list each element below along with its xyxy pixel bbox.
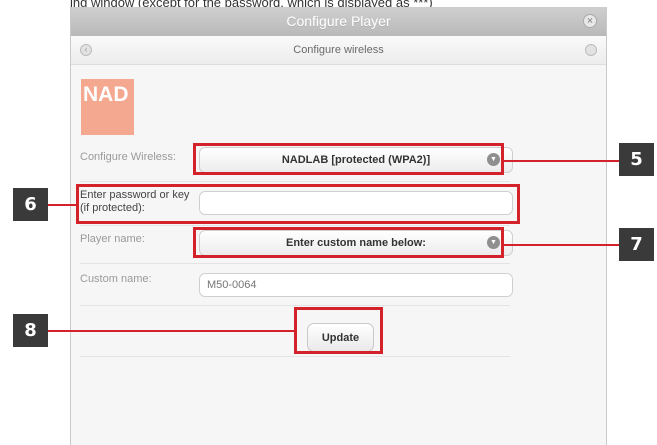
window-title: Configure Player [286, 13, 391, 29]
close-circle-icon[interactable]: × [583, 14, 597, 28]
callout-badge-5: 5 [619, 143, 654, 176]
row-divider [80, 225, 510, 226]
player-name-label: Player name: [80, 233, 145, 245]
callout-line-8 [48, 330, 294, 332]
sub-header: ‹ Configure wireless [71, 36, 606, 65]
callout-box-6 [76, 184, 520, 224]
row-divider [80, 181, 510, 182]
callout-box-8 [294, 307, 383, 354]
custom-name-label: Custom name: [80, 273, 152, 285]
callout-badge-6: 6 [13, 188, 48, 221]
wireless-label: Configure Wireless: [80, 151, 176, 163]
circle-icon[interactable] [585, 44, 597, 56]
sub-header-title: Configure wireless [293, 44, 384, 56]
configure-player-window: Configure Player × ‹ Configure wireless … [70, 7, 607, 445]
window-titlebar: Configure Player × [71, 7, 606, 36]
callout-box-7 [193, 227, 504, 258]
callout-line-6 [48, 204, 78, 206]
circle-icon[interactable]: ‹ [80, 44, 92, 56]
callout-line-5 [504, 160, 619, 162]
callout-badge-8: 8 [13, 314, 48, 347]
row-divider [80, 356, 510, 357]
callout-box-5 [193, 143, 504, 175]
nad-logo: NAD [81, 79, 134, 135]
row-divider [80, 305, 510, 306]
callout-line-7 [504, 244, 619, 246]
callout-badge-7: 7 [619, 228, 654, 261]
row-divider [80, 263, 510, 264]
custom-name-input[interactable] [199, 273, 513, 297]
